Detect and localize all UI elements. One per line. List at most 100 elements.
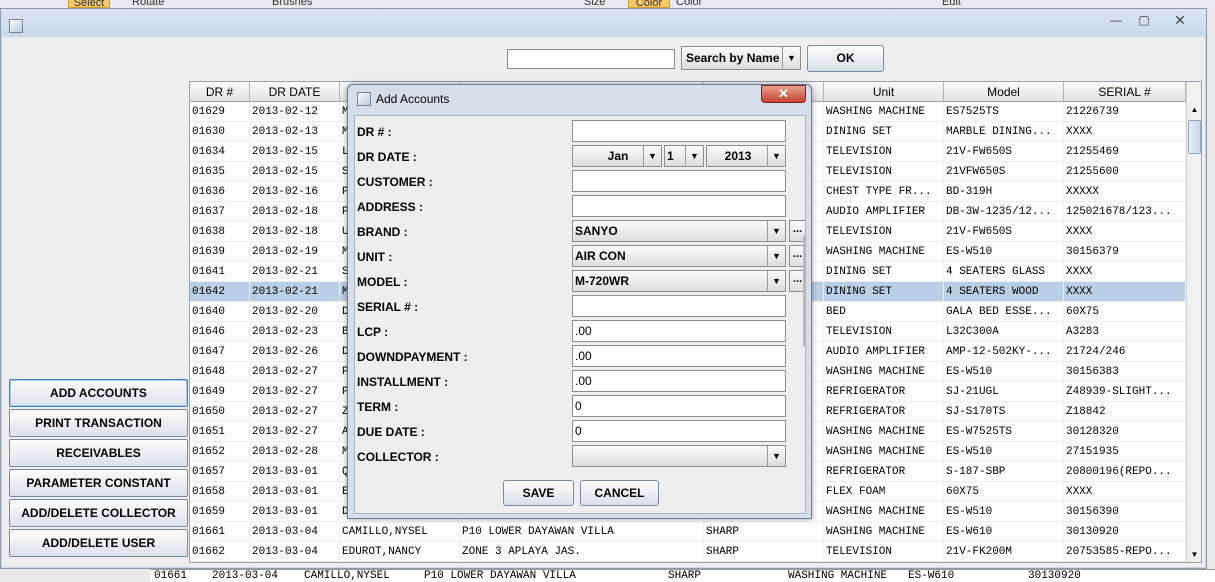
- table-cell: DINING SET: [824, 262, 944, 282]
- table-cell: 30130920: [1064, 522, 1186, 542]
- chevron-down-icon: ▼: [643, 146, 661, 166]
- maximize-icon[interactable]: ▢: [1131, 13, 1157, 29]
- table-cell: 01640: [190, 302, 250, 322]
- table-cell: 2013-03-04: [250, 522, 340, 542]
- table-row[interactable]: 01662 2013-03-04 EDUROT,NANCY ZONE 3 APLAYA…: [190, 542, 1186, 562]
- table-cell: SHARP: [704, 522, 824, 542]
- close-icon[interactable]: ✕: [1167, 13, 1193, 29]
- bg-row-address: P10 LOWER DAYAWAN VILLA: [424, 570, 576, 582]
- due-date-field[interactable]: 0: [572, 420, 786, 442]
- table-cell: 27151935: [1064, 442, 1186, 462]
- table-cell: 4 SEATERS WOOD: [944, 282, 1064, 302]
- table-cell: 2013-02-27: [250, 422, 340, 442]
- table-cell: 2013-03-04: [250, 542, 340, 562]
- column-header-1[interactable]: DR DATE: [250, 82, 340, 102]
- table-cell: S-187-SBP: [944, 462, 1064, 482]
- table-cell: 60X75: [1064, 302, 1186, 322]
- table-cell: 2013-02-16: [250, 182, 340, 202]
- month-dropdown[interactable]: Jan ▼: [572, 145, 662, 167]
- print-transaction-button[interactable]: PRINT TRANSACTION: [9, 409, 188, 437]
- column-header-6[interactable]: Model: [944, 82, 1064, 102]
- brand-dropdown[interactable]: SANYO ▼: [572, 220, 786, 242]
- collector-dropdown[interactable]: ▼: [572, 445, 786, 467]
- table-cell: WASHING MACHINE: [824, 422, 944, 442]
- table-cell: 01630: [190, 122, 250, 142]
- add-delete-user-button[interactable]: ADD/DELETE USER: [9, 529, 188, 557]
- search-input[interactable]: [507, 49, 675, 69]
- table-cell: GALA BED ESSE...: [944, 302, 1064, 322]
- table-cell: WASHING MACHINE: [824, 102, 944, 122]
- dialog-titlebar[interactable]: Add Accounts ✕: [348, 85, 811, 111]
- java-dialog-icon: [357, 92, 371, 106]
- cancel-button[interactable]: CANCEL: [580, 480, 659, 506]
- bg-size-label: Size: [584, 0, 606, 8]
- scroll-down-icon[interactable]: ▼: [1187, 547, 1201, 562]
- ok-button[interactable]: OK: [807, 45, 884, 72]
- dialog-scroll-indicator[interactable]: [803, 236, 805, 346]
- table-cell: XXXX: [1064, 122, 1186, 142]
- main-titlebar: — ▢ ✕: [1, 9, 1206, 37]
- table-cell: REFRIGERATOR: [824, 402, 944, 422]
- chevron-down-icon: ▼: [767, 446, 785, 466]
- vertical-scrollbar[interactable]: ▲ ▼: [1186, 82, 1201, 562]
- scroll-up-icon[interactable]: ▲: [1187, 102, 1201, 118]
- table-cell: 01641: [190, 262, 250, 282]
- table-cell: L32C300A: [944, 322, 1064, 342]
- receivables-button[interactable]: RECEIVABLES: [9, 439, 188, 467]
- add-accounts-button[interactable]: ADD ACCOUNTS: [9, 379, 188, 407]
- table-cell: 01635: [190, 162, 250, 182]
- add-delete-collector-button[interactable]: ADD/DELETE COLLECTOR: [9, 499, 188, 527]
- table-cell: 30156379: [1064, 242, 1186, 262]
- table-cell: ES-W510: [944, 242, 1064, 262]
- lcp-field[interactable]: .00: [572, 320, 786, 342]
- table-cell: 21VFW650S: [944, 162, 1064, 182]
- dr-number-field[interactable]: [572, 120, 786, 142]
- year-dropdown[interactable]: 2013 ▼: [706, 145, 786, 167]
- table-row[interactable]: 01661 2013-03-04 CAMILLO,NYSEL P10 LOWER DA…: [190, 522, 1186, 542]
- table-cell: TELEVISION: [824, 142, 944, 162]
- save-button[interactable]: SAVE: [503, 480, 574, 506]
- column-header-5[interactable]: Unit: [824, 82, 944, 102]
- table-cell: 30128320: [1064, 422, 1186, 442]
- bg-row-customer: CAMILLO,NYSEL: [304, 570, 390, 582]
- unit-dropdown[interactable]: AIR CON ▼: [572, 245, 786, 267]
- model-dropdown[interactable]: M-720WR ▼: [572, 270, 786, 292]
- minimize-icon[interactable]: —: [1103, 13, 1129, 29]
- search-type-dropdown[interactable]: Search by Name ▼: [681, 46, 801, 70]
- table-cell: CAMILLO,NYSEL: [340, 522, 460, 542]
- dr-date-label: DR DATE :: [357, 150, 417, 164]
- dialog-close-button[interactable]: ✕: [761, 85, 806, 103]
- table-cell: Z48939-SLIGHT...: [1064, 382, 1186, 402]
- table-cell: 60X75: [944, 482, 1064, 502]
- table-cell: 01659: [190, 502, 250, 522]
- table-cell: XXXX: [1064, 222, 1186, 242]
- table-cell: 01652: [190, 442, 250, 462]
- bg-row-dr: 01661: [154, 570, 188, 582]
- table-cell: 4 SEATERS GLASS: [944, 262, 1064, 282]
- scroll-thumb[interactable]: [1188, 120, 1201, 154]
- bg-edit-label: Edit: [942, 0, 961, 8]
- term-field[interactable]: 0: [572, 395, 786, 417]
- table-cell: 01657: [190, 462, 250, 482]
- table-cell: 01638: [190, 222, 250, 242]
- installment-field[interactable]: .00: [572, 370, 786, 392]
- chevron-down-icon: ▼: [782, 47, 800, 69]
- address-label: ADDRESS :: [357, 200, 424, 214]
- column-header-0[interactable]: DR #: [190, 82, 250, 102]
- downpayment-field[interactable]: .00: [572, 345, 786, 367]
- table-cell: 01646: [190, 322, 250, 342]
- table-cell: XXXX: [1064, 282, 1186, 302]
- installment-label: INSTALLMENT :: [357, 375, 449, 389]
- day-dropdown[interactable]: 1 ▼: [664, 145, 704, 167]
- address-field[interactable]: [572, 195, 786, 217]
- serial-field[interactable]: [572, 295, 786, 317]
- table-cell: ZONE 3 APLAYA JAS.: [460, 542, 704, 562]
- table-cell: 2013-03-01: [250, 502, 340, 522]
- parameter-constant-button[interactable]: PARAMETER CONSTANT: [9, 469, 188, 497]
- column-header-7[interactable]: SERIAL #: [1064, 82, 1186, 102]
- table-cell: AUDIO AMPLIFIER: [824, 202, 944, 222]
- customer-field[interactable]: [572, 170, 786, 192]
- table-cell: 2013-02-18: [250, 202, 340, 222]
- dialog-form: DR # : DR DATE : Jan ▼ 1 ▼ 2013 ▼ CUSTOM…: [354, 115, 806, 514]
- table-cell: 01658: [190, 482, 250, 502]
